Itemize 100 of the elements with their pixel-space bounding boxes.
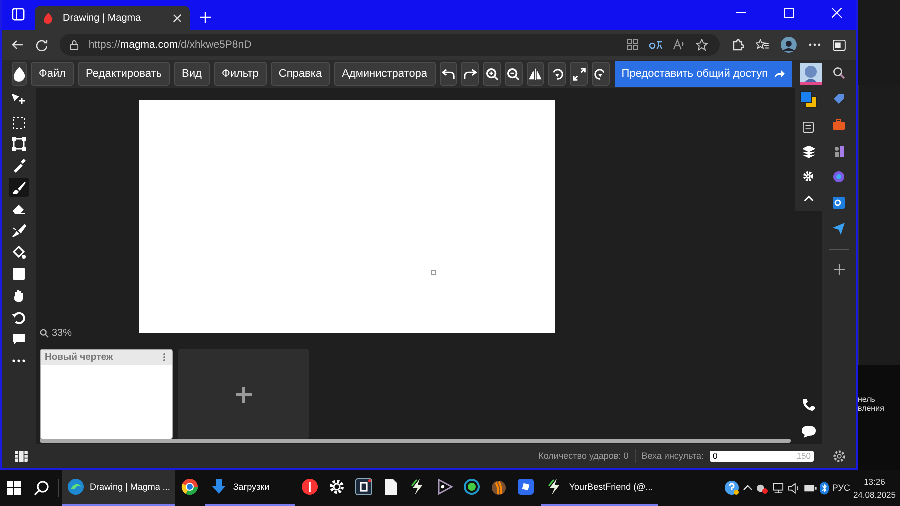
send-icon[interactable] <box>833 223 845 235</box>
scrollbar[interactable] <box>40 439 791 443</box>
language-indicator[interactable]: РУС <box>832 483 850 493</box>
layers-icon[interactable] <box>802 146 814 158</box>
menu-button[interactable]: Редактировать <box>78 62 170 86</box>
fill-icon <box>12 246 26 260</box>
milestone-label: Веха инсульта: <box>642 451 704 461</box>
kebab-menu-icon[interactable] <box>163 353 166 362</box>
outlook-icon[interactable] <box>833 197 845 209</box>
more-icon[interactable] <box>809 43 822 47</box>
grid-icon[interactable] <box>627 39 640 51</box>
film-strip-icon[interactable] <box>15 450 28 462</box>
menu-button[interactable]: Справка <box>270 62 330 86</box>
address-field[interactable]: https://magma.com/d/xhkwe5P8nD <box>60 34 720 56</box>
chevron-up-icon[interactable] <box>743 485 754 491</box>
milestone-field[interactable]: 0 150 <box>710 450 814 462</box>
tag-icon[interactable] <box>833 93 845 105</box>
zoom-out-button[interactable] <box>504 62 523 86</box>
comment-icon <box>12 332 26 346</box>
favorites-icon[interactable] <box>756 39 770 51</box>
sidebar-toggle-icon[interactable] <box>12 8 25 21</box>
help-icon[interactable] <box>724 480 740 496</box>
disc-icon <box>301 478 320 496</box>
user-avatar[interactable] <box>800 63 822 85</box>
taskbar-item[interactable]: Drawing | Magma ... <box>62 470 176 506</box>
rotate-left-button[interactable] <box>548 62 566 86</box>
cloud-icon[interactable] <box>756 482 770 494</box>
redo-button[interactable] <box>461 62 480 86</box>
start-icon[interactable] <box>7 481 21 495</box>
clock-date[interactable]: 24.08.2025 <box>853 490 896 500</box>
eraser-icon <box>12 202 26 216</box>
eyedropper-icon <box>12 158 26 173</box>
settings-icon <box>328 478 346 496</box>
maximize-icon[interactable] <box>784 8 794 18</box>
undo-icon <box>442 68 455 80</box>
fullscreen-button[interactable] <box>570 62 588 86</box>
chess-icon[interactable] <box>833 145 845 157</box>
menu-button[interactable]: Администратора <box>334 62 436 86</box>
menu-button[interactable]: Вид <box>174 62 210 86</box>
rotate-right-button[interactable] <box>592 62 610 86</box>
search-icon[interactable] <box>34 480 50 496</box>
search-icon <box>40 329 49 338</box>
back-icon[interactable] <box>12 39 24 51</box>
star-icon[interactable] <box>696 39 708 51</box>
translate-icon[interactable] <box>649 40 664 50</box>
bluetooth-icon[interactable] <box>820 482 830 494</box>
taskbar-item[interactable]: Загрузки <box>205 470 296 506</box>
menu-button[interactable]: Фильтр <box>214 62 267 86</box>
search-icon[interactable] <box>833 67 845 79</box>
drawing-card[interactable]: Новый чертеж <box>40 349 173 440</box>
window-text: вления <box>858 404 886 413</box>
ring-icon <box>463 478 482 496</box>
color-swatch-icon[interactable] <box>800 91 818 109</box>
logo-button[interactable] <box>12 62 27 86</box>
toolbox-icon[interactable] <box>833 119 845 131</box>
rotate-left-icon <box>550 68 564 80</box>
volume-icon[interactable] <box>788 482 802 494</box>
undo-button[interactable] <box>440 62 458 86</box>
drawing-title: Новый чертеж <box>45 352 114 363</box>
share-button[interactable]: Предоставить общий доступ <box>614 61 792 87</box>
share-arrow-icon <box>774 69 786 79</box>
network-icon[interactable] <box>772 482 786 494</box>
chat-icon[interactable] <box>802 426 816 438</box>
read-aloud-icon[interactable] <box>673 39 686 51</box>
browser-icon <box>67 478 85 496</box>
close-icon[interactable] <box>173 14 182 22</box>
puzzle-icon[interactable] <box>732 39 744 51</box>
fullscreen-icon <box>572 68 586 80</box>
redo-icon <box>464 68 477 80</box>
play-icon <box>436 478 454 496</box>
zoom-in-icon <box>486 68 498 80</box>
zoom-in-button[interactable] <box>483 62 501 86</box>
app-icon <box>517 478 536 496</box>
plus-icon <box>236 386 252 402</box>
rotate-right-icon <box>594 68 608 80</box>
window-text: нель <box>858 395 876 404</box>
phone-icon[interactable] <box>802 398 816 412</box>
stroke-count: Количество ударов: 0 <box>538 451 629 461</box>
transform-icon <box>12 137 26 152</box>
download-icon <box>210 478 228 496</box>
reload-icon[interactable] <box>36 39 48 51</box>
menu-button[interactable]: Файл <box>31 62 74 86</box>
select-icon <box>12 116 26 130</box>
new-tab-icon[interactable] <box>200 12 211 23</box>
tile-icon <box>355 478 374 496</box>
tool-button[interactable] <box>9 178 29 198</box>
taskbar-item[interactable]: YourBestFriend (@... <box>541 470 658 506</box>
plus-icon[interactable] <box>834 264 844 275</box>
clock-time[interactable]: 13:26 <box>864 476 886 486</box>
avatar-icon[interactable] <box>781 37 798 53</box>
battery-icon[interactable] <box>804 484 818 492</box>
note-icon[interactable] <box>803 122 814 133</box>
flip-icon <box>529 68 542 80</box>
copilot-icon[interactable] <box>833 171 845 183</box>
flip-button[interactable] <box>526 62 544 86</box>
sidebar-icon[interactable] <box>833 40 846 50</box>
browser-tab[interactable]: Drawing | Magma <box>35 6 190 30</box>
settings-icon[interactable] <box>832 450 846 463</box>
drop-icon <box>13 66 26 82</box>
rect-icon <box>12 267 26 282</box>
